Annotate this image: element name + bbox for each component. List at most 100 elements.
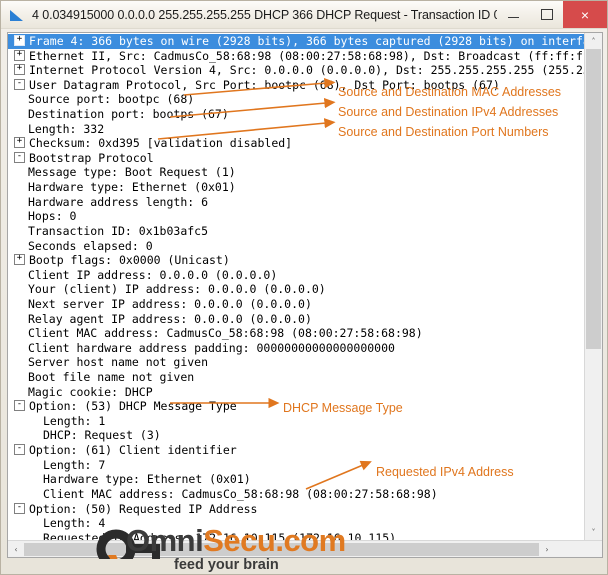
tree-row-label: User Datagram Protocol, Src Port: bootpc… <box>29 77 500 92</box>
tree-row-label: Destination port: bootps (67) <box>28 107 229 122</box>
tree-row[interactable]: Message type: Boot Request (1) <box>8 165 584 180</box>
tree-row[interactable]: Magic cookie: DHCP <box>8 385 584 400</box>
tree-row[interactable]: + Ethernet II, Src: CadmusCo_58:68:98 (08… <box>8 49 584 64</box>
tree-row[interactable]: Client hardware address padding: 0000000… <box>8 341 584 356</box>
packet-detail-pane: + Frame 4: 366 bytes on wire (2928 bits),… <box>7 32 603 573</box>
expand-toggle-icon[interactable]: + <box>14 35 25 46</box>
tree-row-label: Bootstrap Protocol <box>29 150 154 165</box>
tree-row-label: Your (client) IP address: 0.0.0.0 (0.0.0… <box>28 282 326 297</box>
tree-row[interactable]: - Option: (61) Client identifier <box>8 443 584 458</box>
tree-row-label: Client IP address: 0.0.0.0 (0.0.0.0) <box>28 267 278 282</box>
tree-row-label: Frame 4: 366 bytes on wire (2928 bits), … <box>29 34 584 48</box>
tree-row[interactable]: Length: 332 <box>8 122 584 137</box>
tree-row-label: Next server IP address: 0.0.0.0 (0.0.0.0… <box>28 296 312 311</box>
tree-row[interactable]: + Internet Protocol Version 4, Src: 0.0.0… <box>8 63 584 78</box>
expand-toggle-icon[interactable]: + <box>14 137 25 149</box>
tree-row-label: Client hardware address padding: 0000000… <box>28 340 395 355</box>
tree-row-label: Bootp flags: 0x0000 (Unicast) <box>29 253 230 268</box>
tree-row[interactable]: Client MAC address: CadmusCo_58:68:98 (0… <box>8 326 584 341</box>
maximize-button[interactable] <box>530 1 563 28</box>
collapse-toggle-icon[interactable]: - <box>14 502 25 514</box>
tree-row-label: Server host name not given <box>28 355 209 370</box>
tree-row-label: Checksum: 0xd395 [validation disabled] <box>29 136 293 151</box>
tree-row[interactable]: + Checksum: 0xd395 [validation disabled] <box>8 136 584 151</box>
tree-row[interactable]: Transaction ID: 0x1b03afc5 <box>8 224 584 239</box>
tree-row-label: Transaction ID: 0x1b03afc5 <box>28 223 209 238</box>
tree-row-label: Hardware type: Ethernet (0x01) <box>43 472 251 487</box>
vertical-scroll-thumb[interactable] <box>586 49 601 349</box>
scroll-up-arrow[interactable]: ˄ <box>585 33 602 49</box>
tree-row[interactable]: + Bootp flags: 0x0000 (Unicast) <box>8 253 584 268</box>
tree-row[interactable]: Hops: 0 <box>8 209 584 224</box>
horizontal-scrollbar[interactable]: ‹ › <box>8 540 602 557</box>
tree-row[interactable]: Hardware address length: 6 <box>8 195 584 210</box>
expand-toggle-icon[interactable]: + <box>14 49 25 61</box>
tree-row[interactable]: Relay agent IP address: 0.0.0.0 (0.0.0.0… <box>8 312 584 327</box>
tree-row-label: Length: 1 <box>43 413 106 428</box>
expand-toggle-icon[interactable]: + <box>14 64 25 76</box>
tree-row-label: Hardware address length: 6 <box>28 194 209 209</box>
tree-row-label: Length: 332 <box>28 121 105 136</box>
tree-row-label: Length: 7 <box>43 457 106 472</box>
tree-row-label: Magic cookie: DHCP <box>28 384 153 399</box>
tree-row-label: Requested IP Address: 172.16.10.115 (172… <box>43 530 397 540</box>
tree-row-label: Option: (50) Requested IP Address <box>29 501 258 516</box>
close-button[interactable]: × <box>563 1 607 28</box>
tree-row[interactable]: Destination port: bootps (67) <box>8 107 584 122</box>
scroll-down-arrow[interactable]: ˅ <box>585 524 602 540</box>
tree-row-label: Seconds elapsed: 0 <box>28 238 153 253</box>
tree-row-label: Client MAC address: CadmusCo_58:68:98 (0… <box>28 326 423 341</box>
vertical-scroll-track[interactable] <box>585 349 602 524</box>
tree-row-label: Length: 4 <box>43 516 106 531</box>
tree-row-label: Boot file name not given <box>28 370 195 385</box>
tree-row[interactable]: - Bootstrap Protocol <box>8 151 584 166</box>
scroll-right-arrow[interactable]: › <box>539 541 555 557</box>
vertical-scrollbar[interactable]: ˄ ˅ <box>584 33 602 540</box>
tree-row-label: Source port: bootpc (68) <box>28 92 195 107</box>
wireshark-fin-icon <box>9 7 25 23</box>
tree-row[interactable]: Client MAC address: CadmusCo_58:68:98 (0… <box>8 487 584 502</box>
tree-row[interactable]: Length: 4 <box>8 516 584 531</box>
tree-row[interactable]: - User Datagram Protocol, Src Port: bootp… <box>8 78 584 93</box>
collapse-toggle-icon[interactable]: - <box>14 78 25 90</box>
tree-row[interactable]: Source port: bootpc (68) <box>8 92 584 107</box>
scroll-left-arrow[interactable]: ‹ <box>8 541 24 557</box>
window-controls: × <box>497 1 607 28</box>
tree-row-label: Hops: 0 <box>28 209 77 224</box>
tree-row[interactable]: + Frame 4: 366 bytes on wire (2928 bits),… <box>8 34 584 49</box>
tree-row[interactable]: Seconds elapsed: 0 <box>8 239 584 254</box>
tree-row-label: Option: (53) DHCP Message Type <box>29 399 237 414</box>
tree-row[interactable]: Server host name not given <box>8 355 584 370</box>
tree-row[interactable]: Length: 7 <box>8 458 584 473</box>
tree-row-label: Message type: Boot Request (1) <box>28 165 236 180</box>
tree-row[interactable]: - Option: (53) DHCP Message Type <box>8 399 584 414</box>
watermark-tagline: feed your brain <box>174 557 279 573</box>
tree-row[interactable]: - Option: (50) Requested IP Address <box>8 502 584 517</box>
expand-toggle-icon[interactable]: + <box>14 254 25 266</box>
tree-row-label: DHCP: Request (3) <box>43 428 161 443</box>
minimize-button[interactable] <box>497 1 530 28</box>
tree-row[interactable]: Your (client) IP address: 0.0.0.0 (0.0.0… <box>8 282 584 297</box>
tree-row-label: Relay agent IP address: 0.0.0.0 (0.0.0.0… <box>28 311 312 326</box>
title-bar: 4 0.034915000 0.0.0.0 255.255.255.255 DH… <box>1 1 607 29</box>
tree-row-label: Client MAC address: CadmusCo_58:68:98 (0… <box>43 486 438 501</box>
tree-row[interactable]: Hardware type: Ethernet (0x01) <box>8 180 584 195</box>
packet-details-window: 4 0.034915000 0.0.0.0 255.255.255.255 DH… <box>0 0 608 575</box>
tree-row[interactable]: Client IP address: 0.0.0.0 (0.0.0.0) <box>8 268 584 283</box>
tree-row[interactable]: Boot file name not given <box>8 370 584 385</box>
collapse-toggle-icon[interactable]: - <box>14 400 25 412</box>
tree-row-label: Hardware type: Ethernet (0x01) <box>28 180 236 195</box>
horizontal-scroll-thumb[interactable] <box>24 542 539 556</box>
tree-row[interactable]: Requested IP Address: 172.16.10.115 (172… <box>8 531 584 540</box>
tree-row[interactable]: DHCP: Request (3) <box>8 428 584 443</box>
tree-row-label: Internet Protocol Version 4, Src: 0.0.0.… <box>29 63 584 78</box>
collapse-toggle-icon[interactable]: - <box>14 151 25 163</box>
tree-row[interactable]: Length: 1 <box>8 414 584 429</box>
tree-row-label: Ethernet II, Src: CadmusCo_58:68:98 (08:… <box>29 48 584 63</box>
protocol-tree-wrapper: + Frame 4: 366 bytes on wire (2928 bits),… <box>8 33 602 540</box>
collapse-toggle-icon[interactable]: - <box>14 444 25 456</box>
tree-row[interactable]: Hardware type: Ethernet (0x01) <box>8 472 584 487</box>
tree-row[interactable]: Next server IP address: 0.0.0.0 (0.0.0.0… <box>8 297 584 312</box>
window-title: 4 0.034915000 0.0.0.0 255.255.255.255 DH… <box>32 7 497 22</box>
protocol-tree[interactable]: + Frame 4: 366 bytes on wire (2928 bits),… <box>8 33 584 540</box>
